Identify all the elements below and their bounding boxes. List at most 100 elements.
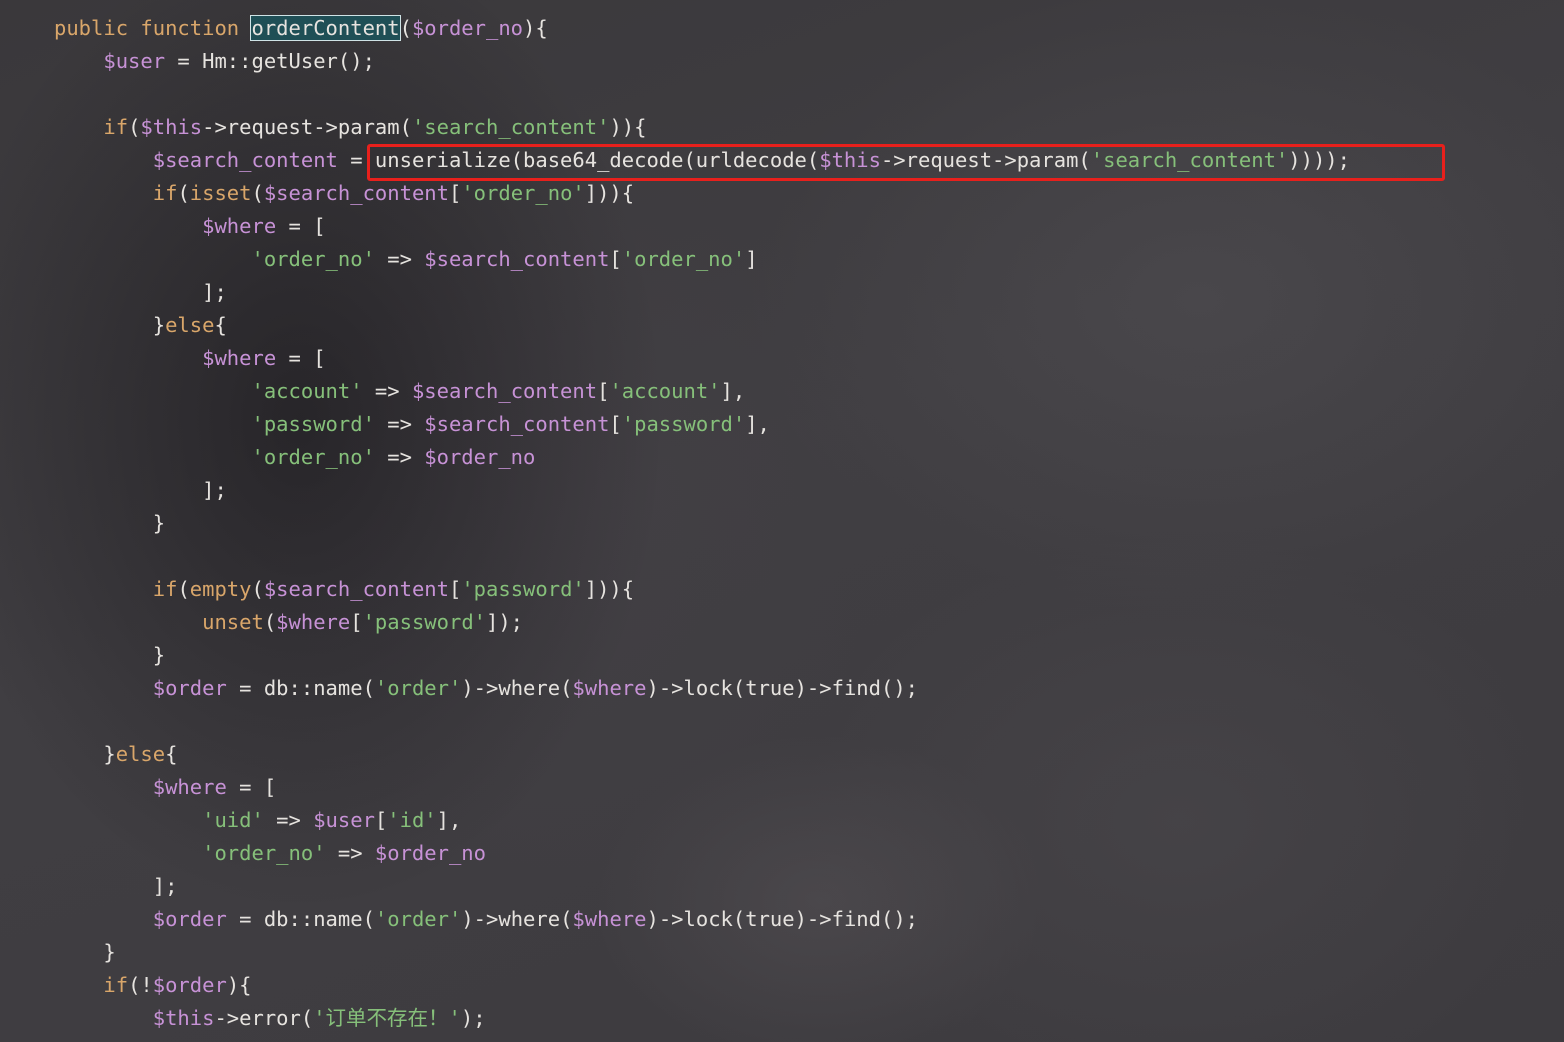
code-token: = [ <box>276 346 326 370</box>
code-token: ]; <box>54 280 227 304</box>
code-token: (! <box>128 973 153 997</box>
code-token: ( <box>128 115 141 139</box>
code-token: ){ <box>226 973 252 997</box>
code-token: 'id' <box>387 808 437 832</box>
code-token: ], <box>720 379 746 403</box>
code-token: [ <box>374 808 388 832</box>
code-token: ( <box>177 181 190 205</box>
code-token: 'order_no' <box>461 181 585 205</box>
code-line: if(isset($search_content['order_no'])){ <box>54 177 1350 210</box>
code-token: ( <box>177 577 190 601</box>
code-token: } <box>54 313 166 337</box>
code-token: => <box>374 412 425 436</box>
code-line: }else{ <box>54 738 1350 771</box>
code-token: )))); <box>1288 148 1350 172</box>
code-token: $order <box>152 676 227 700</box>
code-line: 'order_no' => $order_no <box>54 441 1350 474</box>
code-token: $search_content <box>424 247 610 271</box>
code-token: = unserialize(base64_decode(urldecode( <box>337 148 820 172</box>
code-token: } <box>54 940 116 964</box>
code-token: 'password' <box>621 412 746 436</box>
code-token: )){ <box>609 115 647 139</box>
code-token: ( <box>251 577 264 601</box>
code-line: } <box>54 936 1350 969</box>
code-line: } <box>54 507 1350 540</box>
code-token: $search_content <box>263 181 449 205</box>
code-line: 'order_no' => $search_content['order_no'… <box>54 243 1350 276</box>
code-line: $order = db::name('order')->where($where… <box>54 903 1350 936</box>
code-line: $order = db::name('order')->where($where… <box>54 672 1350 705</box>
code-token: $this <box>140 115 203 139</box>
code-token: $where <box>202 346 277 370</box>
code-token: )->where( <box>461 676 573 700</box>
code-token: $order <box>152 973 227 997</box>
code-line: 'password' => $search_content['password'… <box>54 408 1350 441</box>
code-token: $search_content <box>152 148 338 172</box>
code-token: if <box>103 115 129 139</box>
code-token: )->lock(true)->find(); <box>646 907 919 931</box>
code-token: $user <box>313 808 375 832</box>
code-token: $where <box>572 907 647 931</box>
code-token: $search_content <box>411 379 598 403</box>
code-line: $user = Hm::getUser(); <box>54 45 1350 78</box>
code-token: $where <box>152 775 227 799</box>
code-line: $this->error('订单不存在！'); <box>54 1002 1350 1035</box>
code-token: 'order' <box>374 907 462 931</box>
code-line: ]; <box>54 870 1350 903</box>
code-token: => <box>374 247 425 271</box>
code-token: = [ <box>276 214 326 238</box>
code-token: [ <box>448 577 462 601</box>
code-token: if <box>103 973 129 997</box>
code-token: ->request->param( <box>880 148 1091 172</box>
code-token: 'password' <box>362 610 486 634</box>
code-line: unset($where['password']); <box>54 606 1350 639</box>
code-token: [ <box>609 412 622 436</box>
code-editor[interactable]: public function orderContent($order_no){… <box>54 12 1350 1035</box>
code-token: ] <box>745 247 758 271</box>
code-line: $where = [ <box>54 771 1350 804</box>
code-token: = [ <box>226 775 277 799</box>
function-name-selection: orderContent <box>250 15 401 41</box>
code-token: isset <box>189 181 252 205</box>
code-token: [ <box>448 181 462 205</box>
code-token: '订单不存在！' <box>313 1006 461 1030</box>
code-token: ])){ <box>584 577 635 601</box>
code-token: ], <box>745 412 770 436</box>
code-token: [ <box>609 247 622 271</box>
code-line: if(!$order){ <box>54 969 1350 1002</box>
code-token: => <box>325 841 375 865</box>
code-token: 'order_no' <box>621 247 746 271</box>
code-token: = db::name( <box>226 907 375 931</box>
code-line: 'order_no' => $order_no <box>54 837 1350 870</box>
code-token: 'order_no' <box>251 445 375 469</box>
code-token: public function <box>54 16 252 40</box>
code-line: $where = [ <box>54 210 1350 243</box>
code-line: $search_content = unserialize(base64_dec… <box>54 144 1350 177</box>
code-token: $this <box>152 1006 215 1030</box>
code-line: ]; <box>54 474 1350 507</box>
code-token: empty <box>189 577 252 601</box>
code-token: 'password' <box>461 577 585 601</box>
code-token: ->request->param( <box>202 115 412 139</box>
code-token: $search_content <box>424 412 610 436</box>
code-token: => <box>362 379 412 403</box>
